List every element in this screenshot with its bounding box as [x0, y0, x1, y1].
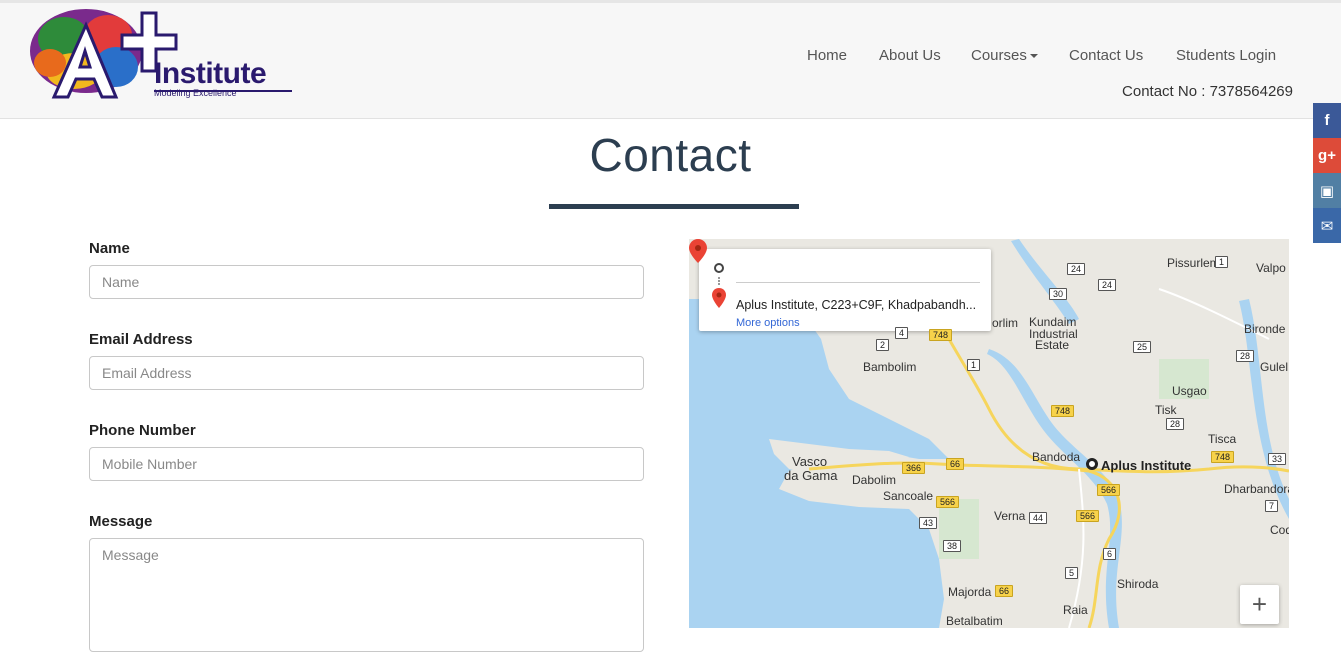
map-label: Dabolim [852, 473, 897, 487]
map-label: Majorda [948, 585, 992, 599]
route-shield: 24 [1098, 279, 1117, 291]
caret-down-icon [1029, 54, 1038, 59]
map-label: Bambolim [863, 360, 917, 374]
nav-home[interactable]: Home [807, 47, 847, 64]
directions-card: Aplus Institute, C223+C9F, Khadpabandh..… [699, 249, 991, 331]
message-label: Message [89, 513, 153, 530]
route-shield: 38 [943, 540, 962, 552]
map-label: Vasco [792, 454, 828, 469]
map-label: Gulel [1260, 360, 1289, 374]
title-underline [549, 204, 799, 209]
nav-contact-us[interactable]: Contact Us [1069, 47, 1143, 64]
route-shield: 28 [1236, 350, 1255, 362]
nav-courses-label: Courses [971, 47, 1027, 64]
route-shield: 4 [895, 327, 909, 339]
map-label: Shiroda [1117, 577, 1159, 591]
nav-students-login[interactable]: Students Login [1176, 47, 1276, 64]
route-shield: 28 [1166, 418, 1185, 430]
route-shield: 30 [1049, 288, 1068, 300]
route-shield: 566 [1097, 484, 1121, 496]
nav-about-us[interactable]: About Us [879, 47, 941, 64]
phone-label: Phone Number [89, 422, 196, 439]
route-shield: 66 [995, 585, 1014, 597]
navbar: Institute Modeling Excellence Home About… [0, 3, 1341, 119]
route-shield: 7 [1265, 500, 1279, 512]
place-marker-icon[interactable] [689, 239, 707, 263]
map-embed[interactable]: Aplus Institute, C223+C9F, Khadpabandh..… [689, 239, 1289, 628]
route-shield: 566 [936, 496, 960, 508]
map-label: Usgao [1172, 384, 1207, 398]
map-label: Tisk [1155, 403, 1177, 417]
map-label: Betalbatim [946, 614, 1003, 628]
map-label: Cod [1270, 523, 1289, 537]
map-label: Verna [994, 509, 1026, 523]
origin-circle-icon [714, 263, 724, 273]
map-label: da Gama [784, 468, 838, 483]
route-shield: 44 [1029, 512, 1048, 524]
main-nav: Home About Us Courses Contact Us Student… [0, 47, 1341, 67]
route-shield: 43 [919, 517, 938, 529]
route-shield: 33 [1268, 453, 1287, 465]
route-shield: 366 [902, 462, 926, 474]
map-label: Valpo [1256, 261, 1286, 275]
message-textarea[interactable] [89, 538, 644, 652]
map-label: Sancoale [883, 489, 934, 503]
place-dot-icon [1086, 458, 1098, 470]
route-shield: 66 [946, 458, 965, 470]
map-label: orlim [992, 316, 1018, 330]
contact-number: Contact No : 7378564269 [1122, 83, 1293, 100]
place-name-label: Aplus Institute [1101, 458, 1192, 473]
route-shield: 748 [1211, 451, 1235, 463]
map-label: Dharbandora [1224, 482, 1289, 496]
nav-courses[interactable]: Courses [971, 47, 1038, 64]
route-shield: 748 [929, 329, 953, 341]
more-options-link[interactable]: More options [736, 317, 800, 329]
logo-tagline: Modeling Excellence [154, 88, 237, 98]
map-label: Bandoda [1032, 450, 1081, 464]
route-shield: 1 [967, 359, 981, 371]
map-label: Tisca [1208, 432, 1237, 446]
name-label: Name [89, 240, 130, 257]
map-label: Bironde [1244, 322, 1286, 336]
map-label: Raia [1063, 603, 1088, 617]
destination-pin-icon [712, 288, 726, 308]
route-shield: 24 [1067, 263, 1086, 275]
origin-input-line[interactable] [736, 282, 980, 283]
route-shield: 2 [876, 339, 890, 351]
email-input[interactable] [89, 356, 644, 390]
map-label: Estate [1035, 338, 1070, 352]
email-icon[interactable]: ✉ [1313, 208, 1341, 243]
route-shield: 566 [1076, 510, 1100, 522]
route-shield: 6 [1103, 548, 1117, 560]
contact-form: Name Email Address Phone Number Message [89, 240, 644, 657]
page-title: Contact [589, 129, 752, 181]
destination-text: Aplus Institute, C223+C9F, Khadpabandh..… [736, 298, 977, 312]
phone-input[interactable] [89, 447, 644, 481]
route-shield: 1 [1215, 256, 1229, 268]
name-input[interactable] [89, 265, 644, 299]
email-label: Email Address [89, 331, 193, 348]
zoom-in-button[interactable]: + [1240, 585, 1279, 624]
route-dots [718, 277, 720, 285]
route-shield: 748 [1051, 405, 1075, 417]
route-shield: 5 [1065, 567, 1079, 579]
route-shield: 25 [1133, 341, 1152, 353]
map-label: Pissurlem [1167, 256, 1220, 270]
